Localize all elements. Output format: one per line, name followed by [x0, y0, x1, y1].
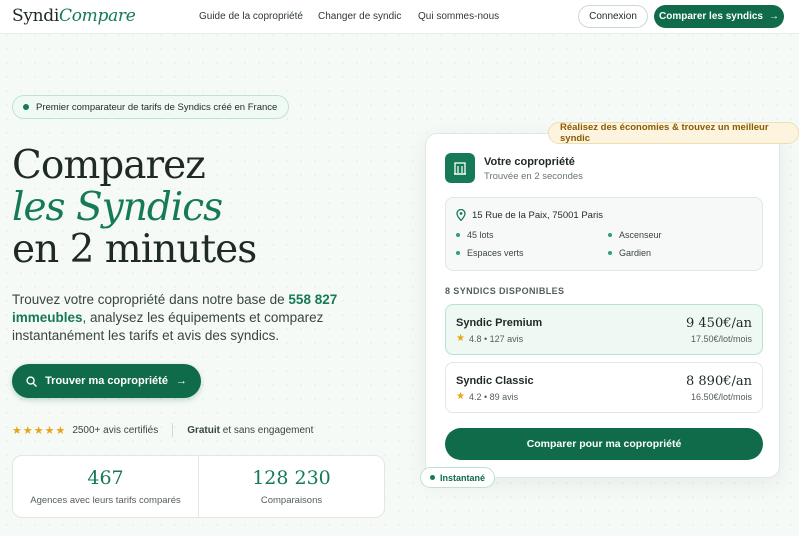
- stat-value: 128 230: [252, 467, 331, 489]
- feature-dot: [608, 251, 612, 255]
- pill-text: Premier comparateur de tarifs de Syndics…: [36, 101, 278, 113]
- hero-line-2: les Syndics: [12, 185, 223, 230]
- compare-syndics-button[interactable]: Comparer les syndics →: [654, 5, 784, 28]
- pill-dot: [23, 104, 29, 110]
- feature-dot: [608, 233, 612, 237]
- top-nav: SyndiCompare Guide de la copropriété Cha…: [0, 0, 799, 34]
- feature-label: Espaces verts: [467, 248, 524, 258]
- feature-label: 45 lots: [467, 230, 494, 240]
- offer-unit-price: 16.50€/lot/mois: [690, 392, 752, 402]
- arrow-right-icon: →: [175, 375, 187, 387]
- offer-rating-text: 4.2 • 89 avis: [468, 391, 519, 402]
- savings-badge: Réalisez des économies & trouvez un meil…: [548, 122, 799, 144]
- compare-label: Comparer les syndics: [659, 11, 763, 22]
- offer-rating: ★ 4.2 • 89 avis: [456, 391, 518, 402]
- feature-item: Ascenseur: [608, 230, 662, 240]
- hero-lead: Trouvez votre copropriété dans notre bas…: [12, 291, 352, 345]
- rating-row: ★★★★★ 2500+ avis certifiés Gratuit et sa…: [12, 423, 313, 437]
- feature-dot: [456, 251, 460, 255]
- nav-link-guide[interactable]: Guide de la copropriété: [199, 11, 303, 22]
- hero-line-1: Comparez: [12, 143, 206, 188]
- logo-part1: Syndi: [12, 6, 60, 26]
- offer-price: 9 450€/an: [686, 316, 752, 331]
- star-icon: ★: [456, 333, 465, 344]
- address-line: 15 Rue de la Paix, 75001 Paris: [456, 209, 603, 221]
- nav-link-about[interactable]: Qui sommes-nous: [418, 11, 499, 22]
- login-label: Connexion: [589, 11, 637, 22]
- star-icon: ★: [456, 391, 465, 402]
- offer-card-classic[interactable]: Syndic Classic ★ 4.2 • 89 avis 8 890€/an …: [445, 362, 763, 413]
- star-icons: ★★★★★: [12, 424, 67, 437]
- card-title: Votre copropriété: [484, 156, 575, 168]
- address-text: 15 Rue de la Paix, 75001 Paris: [472, 209, 603, 221]
- stats-box: 467 Agences avec leurs tarifs comparés 1…: [12, 455, 385, 518]
- instant-dot: [430, 475, 435, 480]
- hero-pill: Premier comparateur de tarifs de Syndics…: [12, 95, 290, 119]
- hero-line-3: en 2 minutes: [12, 227, 257, 272]
- free-label: Gratuit: [187, 424, 220, 436]
- feature-item: 45 lots: [456, 230, 494, 240]
- offer-price: 8 890€/an: [686, 374, 752, 389]
- feature-dot: [456, 233, 460, 237]
- stat-comparisons: 128 230 Comparaisons: [198, 456, 384, 517]
- stat-label: Comparaisons: [260, 495, 323, 506]
- logo[interactable]: SyndiCompare: [12, 6, 136, 26]
- building-icon: [445, 153, 475, 183]
- feature-label: Gardien: [619, 248, 652, 258]
- card-subtitle: Trouvée en 2 secondes: [484, 171, 583, 182]
- offer-rating-text: 4.8 • 127 avis: [468, 333, 524, 344]
- instant-label: Instantané: [440, 472, 486, 483]
- arrow-right-icon: →: [768, 11, 779, 22]
- stat-value: 467: [87, 467, 124, 489]
- find-copro-button[interactable]: Trouver ma copropriété →: [12, 364, 201, 398]
- compare-copro-label: Comparer pour ma copropriété: [526, 438, 682, 450]
- search-icon: [26, 375, 37, 387]
- offer-name: Syndic Classic: [456, 375, 534, 387]
- stat-agencies: 467 Agences avec leurs tarifs comparés: [13, 456, 198, 517]
- lead-pre: Trouvez votre copropriété dans notre bas…: [12, 292, 289, 307]
- logo-part2: Compare: [59, 6, 136, 26]
- offer-name: Syndic Premium: [456, 317, 543, 329]
- nav-link-changer[interactable]: Changer de syndic: [318, 11, 401, 22]
- offer-rating: ★ 4.8 • 127 avis: [456, 333, 523, 344]
- divider: [172, 423, 174, 437]
- stat-label: Agences avec leurs tarifs comparés: [30, 495, 181, 506]
- feature-label: Ascenseur: [619, 230, 662, 240]
- compare-copro-button[interactable]: Comparer pour ma copropriété: [445, 428, 763, 460]
- find-copro-label: Trouver ma copropriété: [45, 375, 168, 387]
- offer-unit-price: 17.50€/lot/mois: [690, 334, 752, 344]
- login-button[interactable]: Connexion: [578, 5, 648, 28]
- map-pin-icon: [456, 209, 466, 221]
- free-rest: et sans engagement: [219, 424, 314, 436]
- offer-card-premium[interactable]: Syndic Premium ★ 4.8 • 127 avis 9 450€/an…: [445, 304, 763, 355]
- feature-item: Gardien: [608, 248, 651, 258]
- syndics-count: 8 SYNDICS DISPONIBLES: [445, 286, 565, 296]
- instant-badge: Instantané: [420, 467, 496, 488]
- feature-item: Espaces verts: [456, 248, 524, 258]
- address-box: 15 Rue de la Paix, 75001 Paris 45 lots A…: [445, 197, 763, 271]
- reviews-count: 2500+ avis certifiés: [72, 424, 159, 436]
